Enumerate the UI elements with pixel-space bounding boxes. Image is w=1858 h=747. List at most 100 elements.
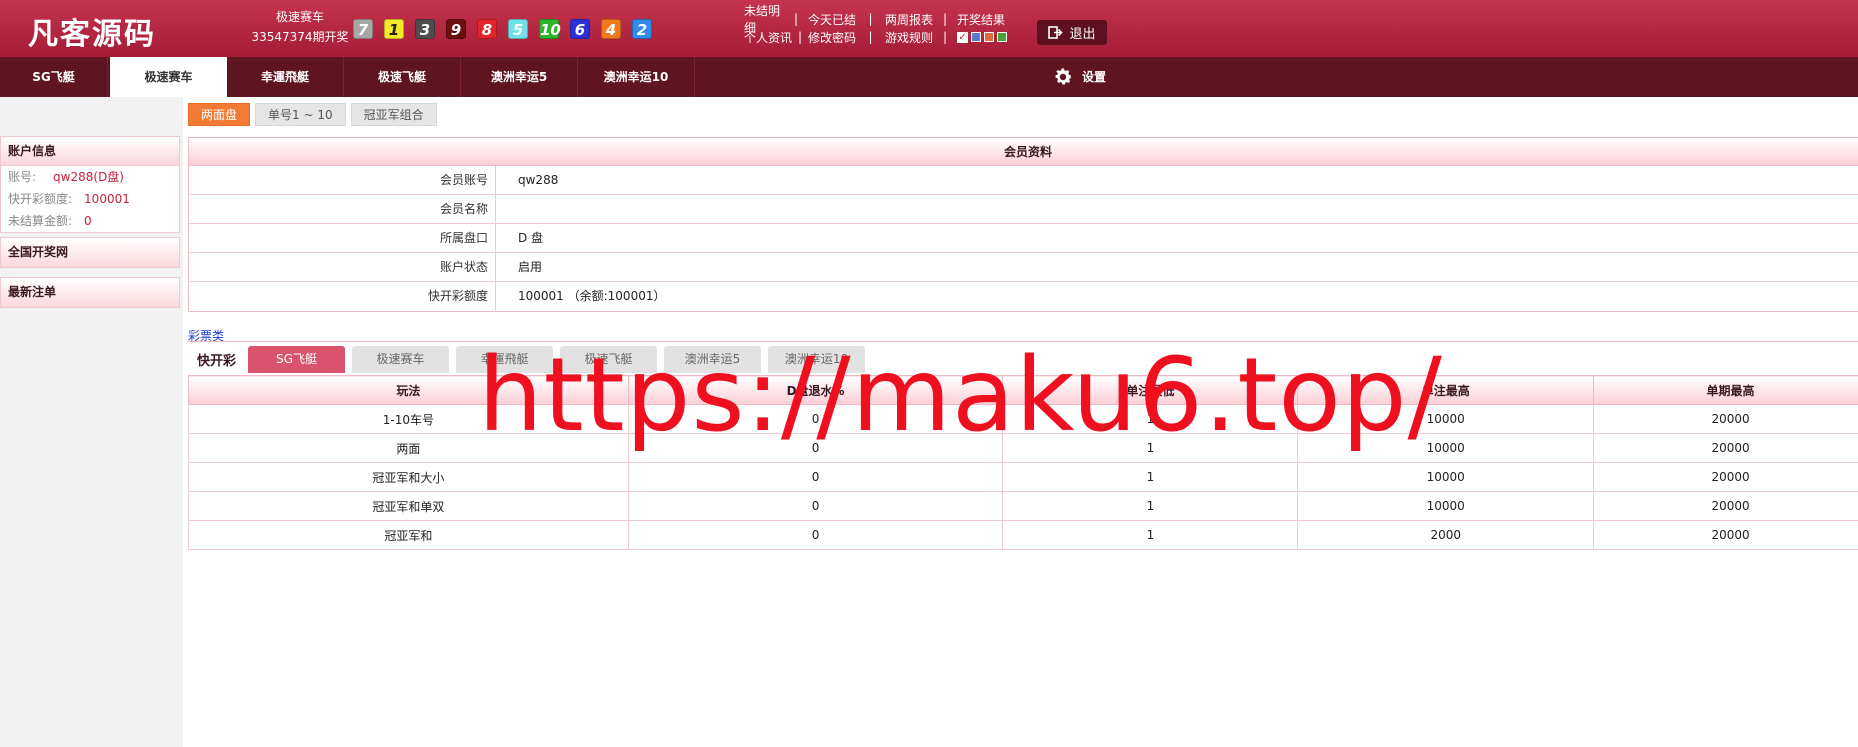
logout-icon (1048, 26, 1064, 39)
main-nav: SG飞艇 极速赛车 幸運飛艇 极速飞艇 澳洲幸运5 澳洲幸运10 设置 (0, 57, 1858, 97)
lottery-tab-speed-airship[interactable]: 极速飞艇 (560, 346, 657, 373)
table-cell: 1 (1002, 520, 1299, 550)
table-cell: 0 (627, 491, 1004, 521)
link-draw-results[interactable]: 开奖结果 (957, 11, 1005, 28)
member-row: 会员账号 qw288 (189, 166, 1858, 195)
table-row: 冠亚军和 0 1 2000 20000 (188, 520, 1858, 550)
lottery-tab-speed-racing[interactable]: 极速赛车 (352, 346, 449, 373)
link-today-settled[interactable]: 今天已结 (808, 11, 856, 28)
result-ball: 3 (415, 19, 435, 39)
table-cell: 冠亚军和大小 (188, 462, 629, 492)
table-cell: 10000 (1297, 433, 1595, 463)
theme-swatch-green[interactable] (997, 32, 1007, 42)
table-header-row: 玩法 D盘退水% 单注最低 单注最高 单期最高 (188, 375, 1858, 405)
table-cell: 1 (1002, 462, 1299, 492)
table-cell: 1 (1002, 404, 1299, 434)
gear-icon (1055, 68, 1072, 85)
member-label: 所属盘口 (189, 224, 496, 252)
national-lottery-title[interactable]: 全国开奖网 (1, 238, 179, 267)
table-cell: 20000 (1593, 491, 1858, 521)
separator: | (942, 30, 948, 44)
lottery-tab-lucky-airship[interactable]: 幸運飛艇 (456, 346, 553, 373)
table-cell: 冠亚军和单双 (188, 491, 629, 521)
table-cell: 20000 (1593, 520, 1858, 550)
col-header-play: 玩法 (188, 375, 629, 405)
latest-bets-panel[interactable]: 最新注单 (0, 277, 180, 308)
separator: | (942, 12, 948, 26)
fast-lottery-label: 快开彩 (197, 354, 237, 369)
account-info-panel: 账户信息 账号: qw288(D盘) 快开彩额度: 100001 未结算金额: 0 (0, 136, 180, 233)
table-cell: 10000 (1297, 491, 1595, 521)
table-cell: 2000 (1297, 520, 1595, 550)
theme-swatch-blue[interactable] (971, 32, 981, 42)
member-row: 所属盘口 D 盘 (189, 224, 1858, 253)
latest-bets-title[interactable]: 最新注单 (1, 278, 179, 307)
draw-info: 极速赛车 33547374期开奖 (240, 7, 360, 47)
link-game-rules[interactable]: 游戏规则 (885, 29, 933, 46)
separator: | (797, 30, 803, 44)
result-ball: 9 (446, 19, 466, 39)
member-label: 会员名称 (189, 195, 496, 223)
nav-tab-speed-racing[interactable]: 极速赛车 (110, 57, 227, 97)
separator: | (868, 30, 873, 44)
subtab-two-sides[interactable]: 两面盘 (188, 103, 251, 126)
member-info-panel: 会员资料 会员账号 qw288 会员名称 所属盘口 D 盘 账户状态 启用 快开彩额度… (188, 137, 1858, 312)
nav-tab-lucky-airship[interactable]: 幸運飛艇 (227, 57, 344, 97)
member-value: qw288 (518, 173, 559, 187)
table-cell: 0 (627, 520, 1004, 550)
member-row: 快开彩额度 100001 （余额:100001） (189, 282, 1858, 311)
table-cell: 1 (1002, 433, 1299, 463)
left-sidebar: 账户信息 账号: qw288(D盘) 快开彩额度: 100001 未结算金额: 0 全… (0, 97, 183, 747)
credit-value: 100001 (84, 192, 130, 206)
check-icon[interactable]: ✓ (957, 31, 968, 43)
member-label: 快开彩额度 (189, 282, 496, 311)
table-cell: 0 (627, 462, 1004, 492)
table-cell: 10000 (1297, 404, 1595, 434)
table-row: 冠亚军和大小 0 1 10000 20000 (188, 462, 1858, 492)
account-label: 账号: (8, 170, 37, 184)
link-two-week-report[interactable]: 两周报表 (885, 11, 933, 28)
unsettled-label: 未结算金额: (8, 214, 73, 228)
divider (188, 341, 1858, 342)
table-cell: 10000 (1297, 462, 1595, 492)
lottery-tabs: 快开彩 SG飞艇 极速赛车 幸運飛艇 极速飞艇 澳洲幸运5 澳洲幸运10 (188, 346, 872, 373)
lottery-tab-aus-lucky10[interactable]: 澳洲幸运10 (768, 346, 865, 373)
member-value: 启用 (518, 260, 543, 274)
result-ball: 5 (508, 19, 528, 39)
top-links: 未结明细 | 今天已结 | 两周报表 | 开奖结果 个人资讯 | 修改密码 | … (744, 4, 1010, 46)
member-row: 账户状态 启用 (189, 253, 1858, 282)
logout-button[interactable]: 退出 (1037, 20, 1107, 45)
draw-period: 33547374期开奖 (251, 30, 349, 44)
subtab-champion-combo[interactable]: 冠亚军组合 (350, 103, 437, 126)
top-header: 凡客源码 极速赛车 33547374期开奖 7 1 3 9 8 5 10 6 4 2 未结明细 |… (0, 0, 1858, 57)
member-label: 账户状态 (189, 253, 496, 281)
odds-table: 玩法 D盘退水% 单注最低 单注最高 单期最高 1-10车号 0 1 10000 200… (188, 375, 1858, 550)
link-personal-info[interactable]: 个人资讯 (744, 29, 792, 46)
nav-tab-sg-airship[interactable]: SG飞艇 (0, 57, 108, 97)
table-row: 1-10车号 0 1 10000 20000 (188, 404, 1858, 434)
account-value: qw288(D盘) (53, 170, 124, 184)
table-cell: 0 (627, 404, 1004, 434)
result-ball: 10 (539, 19, 561, 39)
nav-tab-speed-airship[interactable]: 极速飞艇 (344, 57, 461, 97)
table-cell: 1-10车号 (188, 404, 629, 434)
national-lottery-panel[interactable]: 全国开奖网 (0, 237, 180, 268)
site-logo: 凡客源码 (28, 17, 156, 52)
member-value (496, 195, 518, 223)
theme-swatch-orange[interactable] (984, 32, 994, 42)
nav-tab-aus-lucky10[interactable]: 澳洲幸运10 (578, 57, 695, 97)
table-row: 冠亚军和单双 0 1 10000 20000 (188, 491, 1858, 521)
nav-tab-aus-lucky5[interactable]: 澳洲幸运5 (461, 57, 578, 97)
member-label: 会员账号 (189, 166, 496, 194)
col-header-max-bet: 单注最高 (1297, 375, 1595, 405)
link-change-password[interactable]: 修改密码 (808, 29, 856, 46)
result-ball: 2 (632, 19, 652, 39)
subtab-single-number[interactable]: 单号1 ~ 10 (255, 103, 346, 126)
settings-button[interactable]: 设置 (1052, 57, 1106, 97)
unsettled-row: 未结算金额: 0 (1, 210, 179, 232)
play-subtabs: 两面盘 单号1 ~ 10 冠亚军组合 (188, 103, 437, 126)
account-row: 账号: qw288(D盘) (1, 166, 179, 188)
credit-row: 快开彩额度: 100001 (1, 188, 179, 210)
lottery-tab-aus-lucky5[interactable]: 澳洲幸运5 (664, 346, 761, 373)
lottery-tab-sg-airship[interactable]: SG飞艇 (248, 346, 345, 373)
